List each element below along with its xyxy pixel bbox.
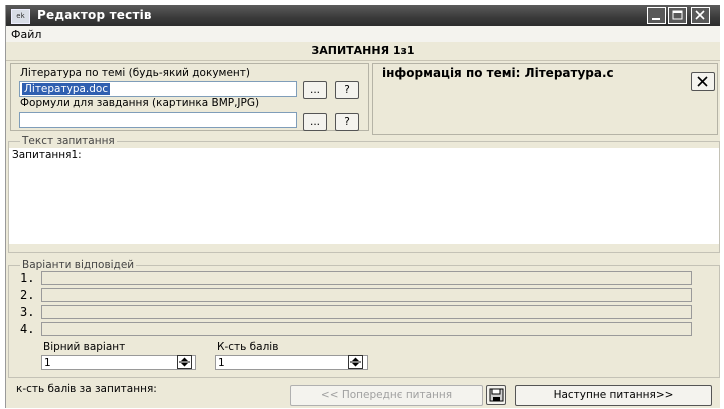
- info-text: інформація по темі: Література.с: [382, 66, 614, 80]
- x-icon: [697, 76, 708, 87]
- correct-variant-spinner[interactable]: [177, 355, 192, 369]
- editor-window: ek Редактор тестів Файл ЗАПИТАННЯ 1з1 Лі…: [5, 5, 720, 408]
- title-bar[interactable]: ek Редактор тестів: [6, 5, 720, 26]
- literature-label: Література по темі (будь-який документ): [20, 67, 251, 79]
- correct-variant-value: 1: [44, 357, 51, 369]
- close-icon: [695, 10, 705, 20]
- previous-question-button[interactable]: << Попереднє питання: [290, 385, 483, 406]
- minimize-icon: [652, 18, 660, 20]
- answer-3-field[interactable]: [41, 305, 692, 319]
- formulas-help-button[interactable]: ?: [335, 113, 359, 131]
- app-icon: ek: [11, 9, 30, 24]
- info-panel: інформація по темі: Література.с: [372, 63, 718, 135]
- question-text-area[interactable]: Запитання1:: [9, 148, 719, 244]
- minimize-button[interactable]: [647, 7, 666, 24]
- formulas-field[interactable]: [19, 112, 297, 128]
- maximize-button[interactable]: [668, 7, 687, 24]
- window-title: Редактор тестів: [37, 8, 152, 22]
- answer-number: 2.: [20, 288, 35, 302]
- formulas-label: Формули для завдання (картинка BMP,JPG): [20, 97, 260, 109]
- correct-variant-field[interactable]: 1: [41, 355, 196, 370]
- literature-value: Література.doc: [22, 83, 111, 95]
- literature-help-button[interactable]: ?: [335, 81, 359, 99]
- spin-arrows-icon: [179, 357, 190, 367]
- points-field[interactable]: 1: [215, 355, 368, 370]
- attachments-panel: Література по темі (будь-який документ) …: [10, 63, 369, 131]
- answer-number: 3.: [20, 305, 35, 319]
- literature-browse-button[interactable]: ...: [303, 81, 327, 99]
- literature-field[interactable]: Література.doc: [19, 81, 297, 97]
- close-window-button[interactable]: [691, 7, 710, 24]
- answer-number: 4.: [20, 322, 35, 336]
- answer-4-field[interactable]: [41, 322, 692, 336]
- answers-label: Варіанти відповідей: [20, 259, 137, 271]
- floppy-disk-icon: [489, 388, 503, 402]
- next-question-button[interactable]: Наступне питання>>: [515, 385, 712, 406]
- menu-file[interactable]: Файл: [11, 28, 41, 41]
- total-points-label: к-сть балів за запитання:: [16, 383, 157, 395]
- correct-variant-label: Вірний варіант: [43, 341, 126, 353]
- answer-1-field[interactable]: [41, 271, 692, 285]
- question-text-label: Текст запитання: [20, 135, 117, 147]
- spin-arrows-icon: [350, 357, 361, 367]
- save-button[interactable]: [486, 385, 506, 405]
- question-title: ЗАПИТАННЯ 1з1: [6, 42, 720, 61]
- points-spinner[interactable]: [348, 355, 363, 369]
- info-close-button[interactable]: [691, 72, 715, 91]
- formulas-browse-button[interactable]: ...: [303, 113, 327, 131]
- answer-2-field[interactable]: [41, 288, 692, 302]
- points-value: 1: [218, 357, 225, 369]
- answer-number: 1.: [20, 271, 35, 285]
- maximize-icon: [672, 10, 683, 20]
- menu-bar: Файл: [6, 26, 720, 42]
- points-label: К-сть балів: [217, 341, 279, 353]
